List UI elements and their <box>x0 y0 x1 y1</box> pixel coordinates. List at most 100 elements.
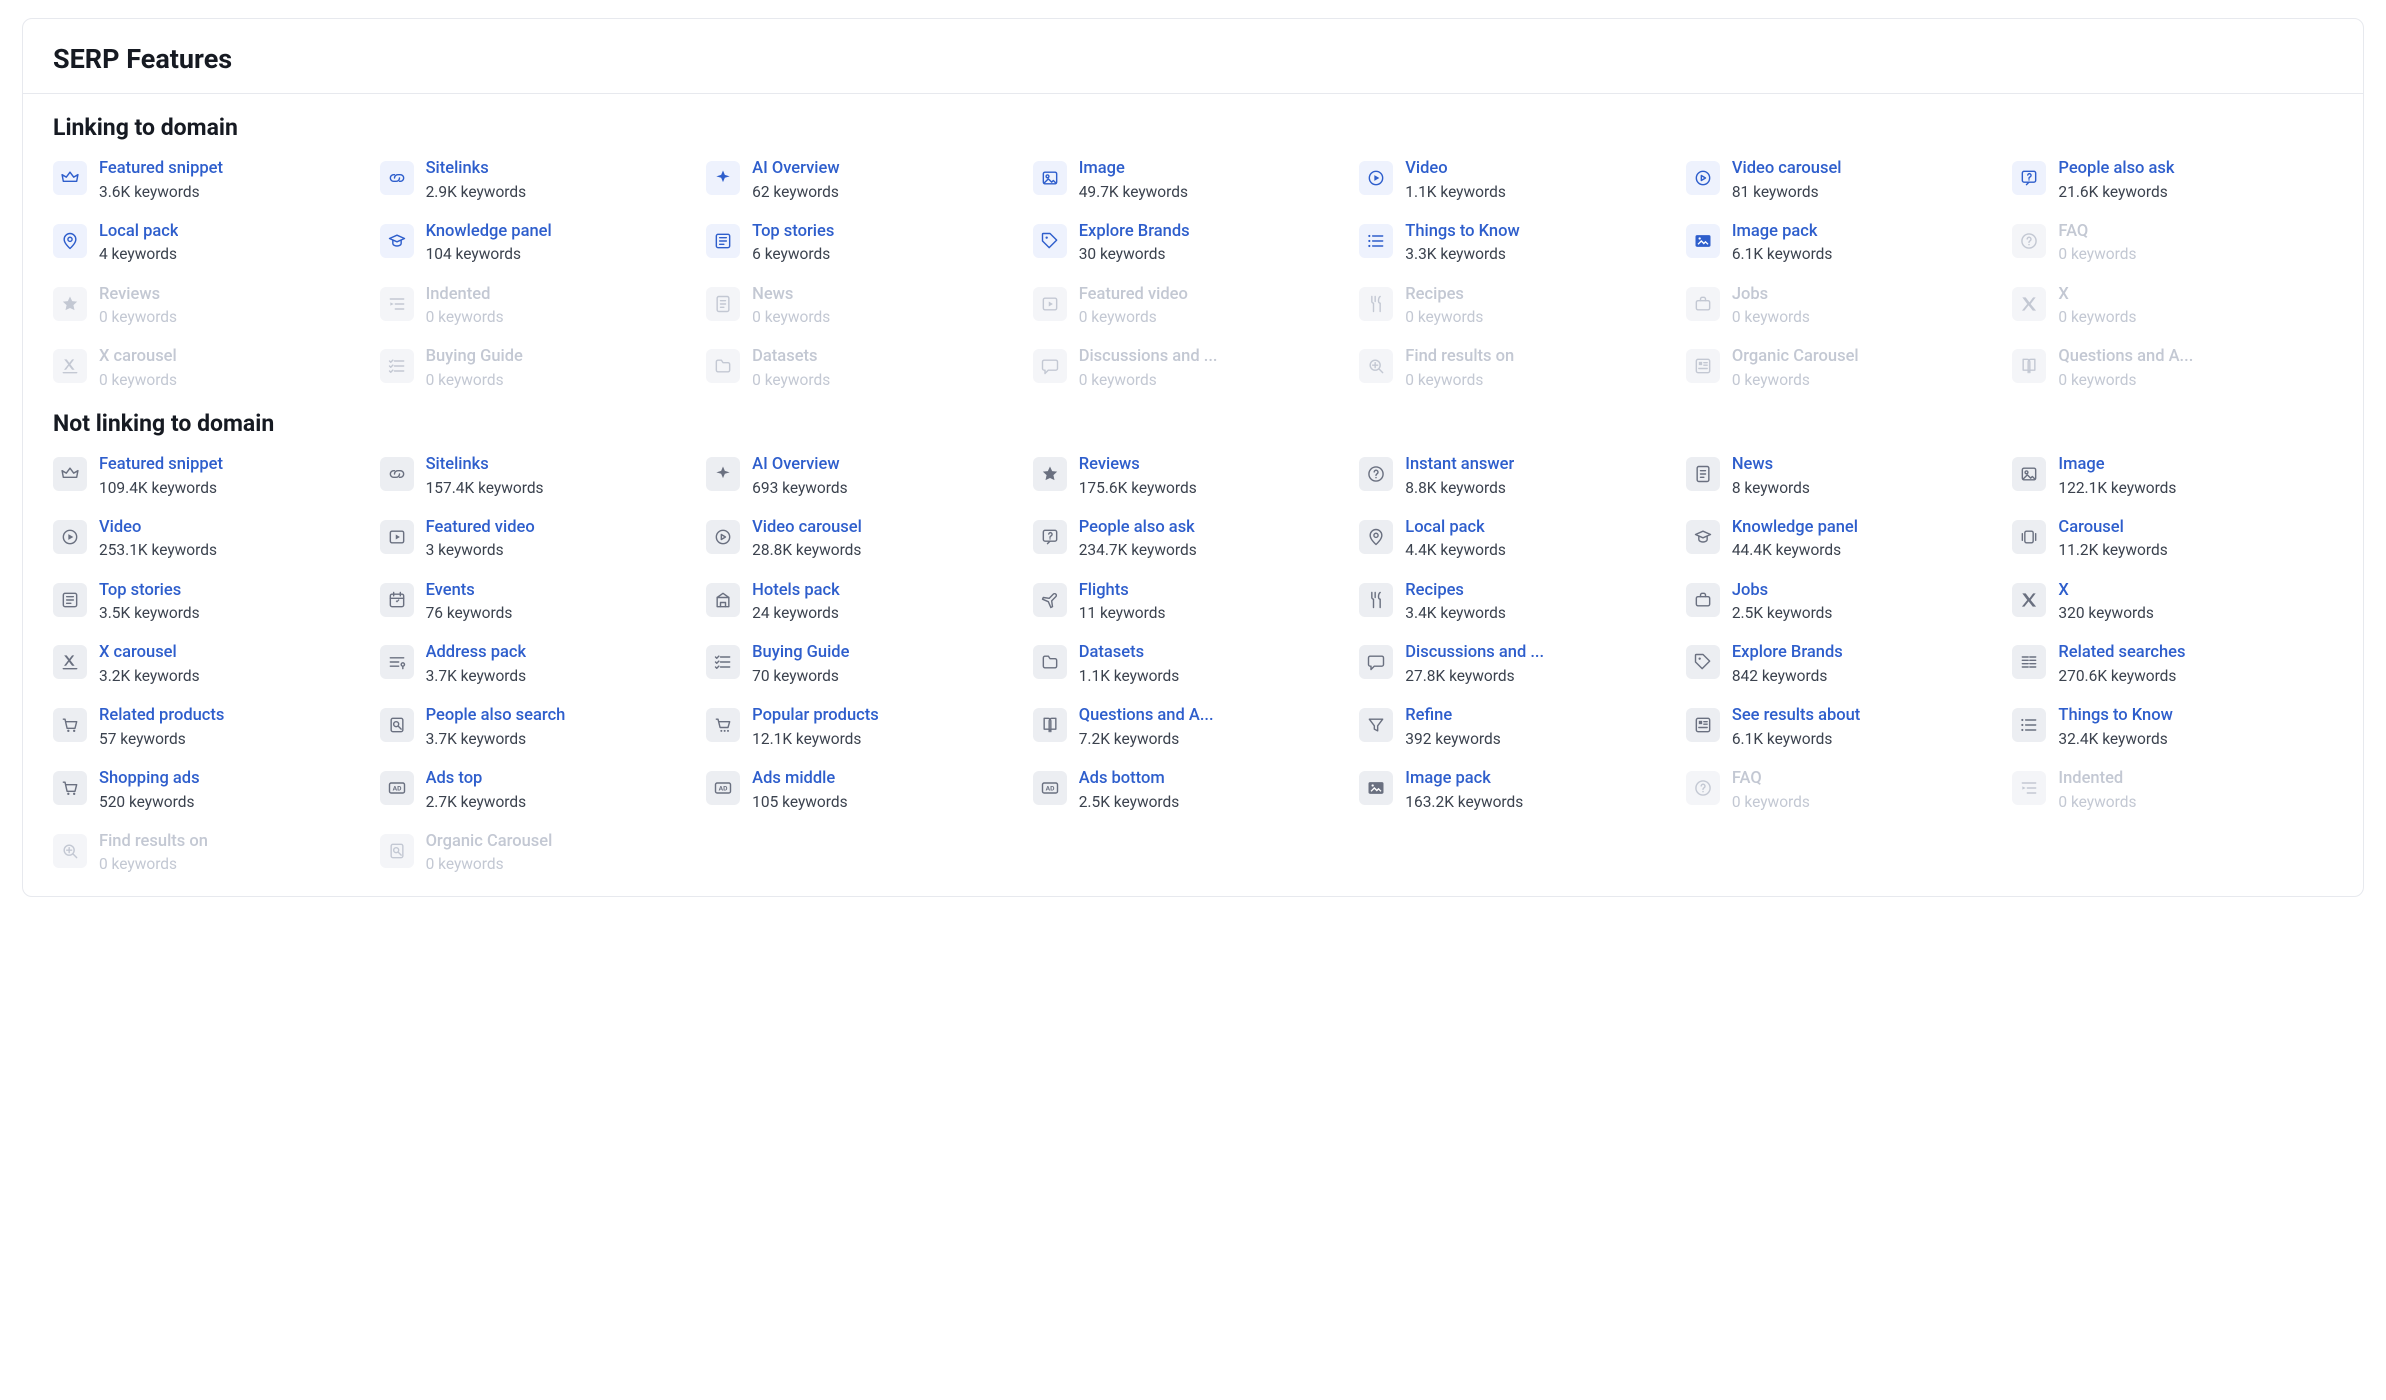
feature-count: 320 keywords <box>2058 603 2153 623</box>
feature-item[interactable]: Video 253.1K keywords <box>53 518 374 561</box>
play-circle-icon <box>53 520 87 554</box>
feature-item[interactable]: Video 1.1K keywords <box>1359 159 1680 202</box>
feature-item[interactable]: Sitelinks 157.4K keywords <box>380 455 701 498</box>
feature-label: Related products <box>99 706 224 727</box>
feature-item[interactable]: Datasets 1.1K keywords <box>1033 643 1354 686</box>
hotel-icon <box>706 583 740 617</box>
feature-label: Image pack <box>1405 769 1523 790</box>
feature-item[interactable]: Things to Know 3.3K keywords <box>1359 222 1680 265</box>
search-doc-icon <box>380 708 414 742</box>
feature-item[interactable]: Video carousel 28.8K keywords <box>706 518 1027 561</box>
feature-item[interactable]: Featured snippet 3.6K keywords <box>53 159 374 202</box>
feature-label: Indented <box>2058 769 2136 790</box>
feature-item[interactable]: Image 49.7K keywords <box>1033 159 1354 202</box>
feature-item: Featured video 0 keywords <box>1033 285 1354 328</box>
feature-count: 175.6K keywords <box>1079 478 1197 498</box>
feature-count: 62 keywords <box>752 182 839 202</box>
feature-item[interactable]: Featured snippet 109.4K keywords <box>53 455 374 498</box>
feature-item[interactable]: Local pack 4 keywords <box>53 222 374 265</box>
feature-label: Featured snippet <box>99 455 223 476</box>
feature-label: Shopping ads <box>99 769 200 790</box>
feature-item[interactable]: Top stories 6 keywords <box>706 222 1027 265</box>
feature-item[interactable]: Address pack 3.7K keywords <box>380 643 701 686</box>
feature-label: Featured snippet <box>99 159 223 180</box>
feature-count: 30 keywords <box>1079 244 1190 264</box>
feature-count: 4.4K keywords <box>1405 540 1506 560</box>
feature-item[interactable]: AD Ads bottom 2.5K keywords <box>1033 769 1354 812</box>
feature-count: 3.4K keywords <box>1405 603 1506 623</box>
feature-count: 842 keywords <box>1732 666 1843 686</box>
feature-item[interactable]: Local pack 4.4K keywords <box>1359 518 1680 561</box>
feature-item[interactable]: AI Overview 62 keywords <box>706 159 1027 202</box>
feature-item[interactable]: Video carousel 81 keywords <box>1686 159 2007 202</box>
feature-item[interactable]: Carousel 11.2K keywords <box>2012 518 2333 561</box>
feature-count: 0 keywords <box>2058 792 2136 812</box>
feature-item[interactable]: Featured video 3 keywords <box>380 518 701 561</box>
feature-count: 7.2K keywords <box>1079 729 1214 749</box>
feature-label: AI Overview <box>752 159 839 180</box>
feature-item[interactable]: Jobs 2.5K keywords <box>1686 581 2007 624</box>
feature-item[interactable]: Image 122.1K keywords <box>2012 455 2333 498</box>
feature-label: Indented <box>426 285 504 306</box>
feature-item[interactable]: Top stories 3.5K keywords <box>53 581 374 624</box>
feature-label: Buying Guide <box>752 643 849 664</box>
feature-count: 0 keywords <box>2058 370 2193 390</box>
feature-item[interactable]: See results about 6.1K keywords <box>1686 706 2007 749</box>
feature-count: 28.8K keywords <box>752 540 862 560</box>
feature-item[interactable]: Buying Guide 70 keywords <box>706 643 1027 686</box>
feature-item[interactable]: News 8 keywords <box>1686 455 2007 498</box>
feature-item[interactable]: Things to Know 32.4K keywords <box>2012 706 2333 749</box>
feature-count: 2.7K keywords <box>426 792 527 812</box>
feature-count: 2.5K keywords <box>1079 792 1180 812</box>
feature-label: X carousel <box>99 643 200 664</box>
feature-count: 4 keywords <box>99 244 178 264</box>
feature-item[interactable]: Shopping ads 520 keywords <box>53 769 374 812</box>
feature-count: 0 keywords <box>426 854 553 874</box>
feature-item[interactable]: Explore Brands 30 keywords <box>1033 222 1354 265</box>
feature-count: 27.8K keywords <box>1405 666 1544 686</box>
feature-item[interactable]: AD Ads middle 105 keywords <box>706 769 1027 812</box>
feature-count: 11.2K keywords <box>2058 540 2167 560</box>
link-icon <box>380 457 414 491</box>
feature-item[interactable]: Instant answer 8.8K keywords <box>1359 455 1680 498</box>
feature-count: 0 keywords <box>1732 792 1810 812</box>
feature-item[interactable]: Popular products 12.1K keywords <box>706 706 1027 749</box>
feature-item[interactable]: Knowledge panel 104 keywords <box>380 222 701 265</box>
feature-item[interactable]: X carousel 3.2K keywords <box>53 643 374 686</box>
feature-item[interactable]: People also ask 21.6K keywords <box>2012 159 2333 202</box>
feature-item[interactable]: Discussions and ... 27.8K keywords <box>1359 643 1680 686</box>
feature-item[interactable]: Events 76 keywords <box>380 581 701 624</box>
feature-label: Discussions and ... <box>1405 643 1544 664</box>
feature-label: Video <box>1405 159 1506 180</box>
feature-item[interactable]: Explore Brands 842 keywords <box>1686 643 2007 686</box>
feature-item[interactable]: Flights 11 keywords <box>1033 581 1354 624</box>
feature-item[interactable]: Image pack 6.1K keywords <box>1686 222 2007 265</box>
feature-item[interactable]: Refine 392 keywords <box>1359 706 1680 749</box>
feature-item[interactable]: Sitelinks 2.9K keywords <box>380 159 701 202</box>
section-title: Not linking to domain <box>53 410 2333 437</box>
feature-count: 3.6K keywords <box>99 182 223 202</box>
feature-label: Questions and A... <box>2058 347 2193 368</box>
feature-item[interactable]: Related products 57 keywords <box>53 706 374 749</box>
card-list-icon <box>1686 349 1720 383</box>
feature-item[interactable]: Questions and A... 7.2K keywords <box>1033 706 1354 749</box>
feature-item[interactable]: AD Ads top 2.7K keywords <box>380 769 701 812</box>
feature-label: Questions and A... <box>1079 706 1214 727</box>
feature-item[interactable]: Knowledge panel 44.4K keywords <box>1686 518 2007 561</box>
feature-label: Discussions and ... <box>1079 347 1218 368</box>
feature-item[interactable]: AI Overview 693 keywords <box>706 455 1027 498</box>
carousel-icon <box>2012 520 2046 554</box>
feature-item[interactable]: People also ask 234.7K keywords <box>1033 518 1354 561</box>
checklist-icon <box>380 349 414 383</box>
feature-item[interactable]: Image pack 163.2K keywords <box>1359 769 1680 812</box>
book-icon <box>1033 708 1067 742</box>
feature-item[interactable]: Recipes 3.4K keywords <box>1359 581 1680 624</box>
feature-item[interactable]: Related searches 270.6K keywords <box>2012 643 2333 686</box>
feature-item[interactable]: Hotels pack 24 keywords <box>706 581 1027 624</box>
feature-label: Top stories <box>99 581 200 602</box>
feature-item[interactable]: X 320 keywords <box>2012 581 2333 624</box>
feature-label: Explore Brands <box>1732 643 1843 664</box>
feature-item[interactable]: Reviews 175.6K keywords <box>1033 455 1354 498</box>
gallery-icon <box>1686 224 1720 258</box>
feature-item[interactable]: People also search 3.7K keywords <box>380 706 701 749</box>
